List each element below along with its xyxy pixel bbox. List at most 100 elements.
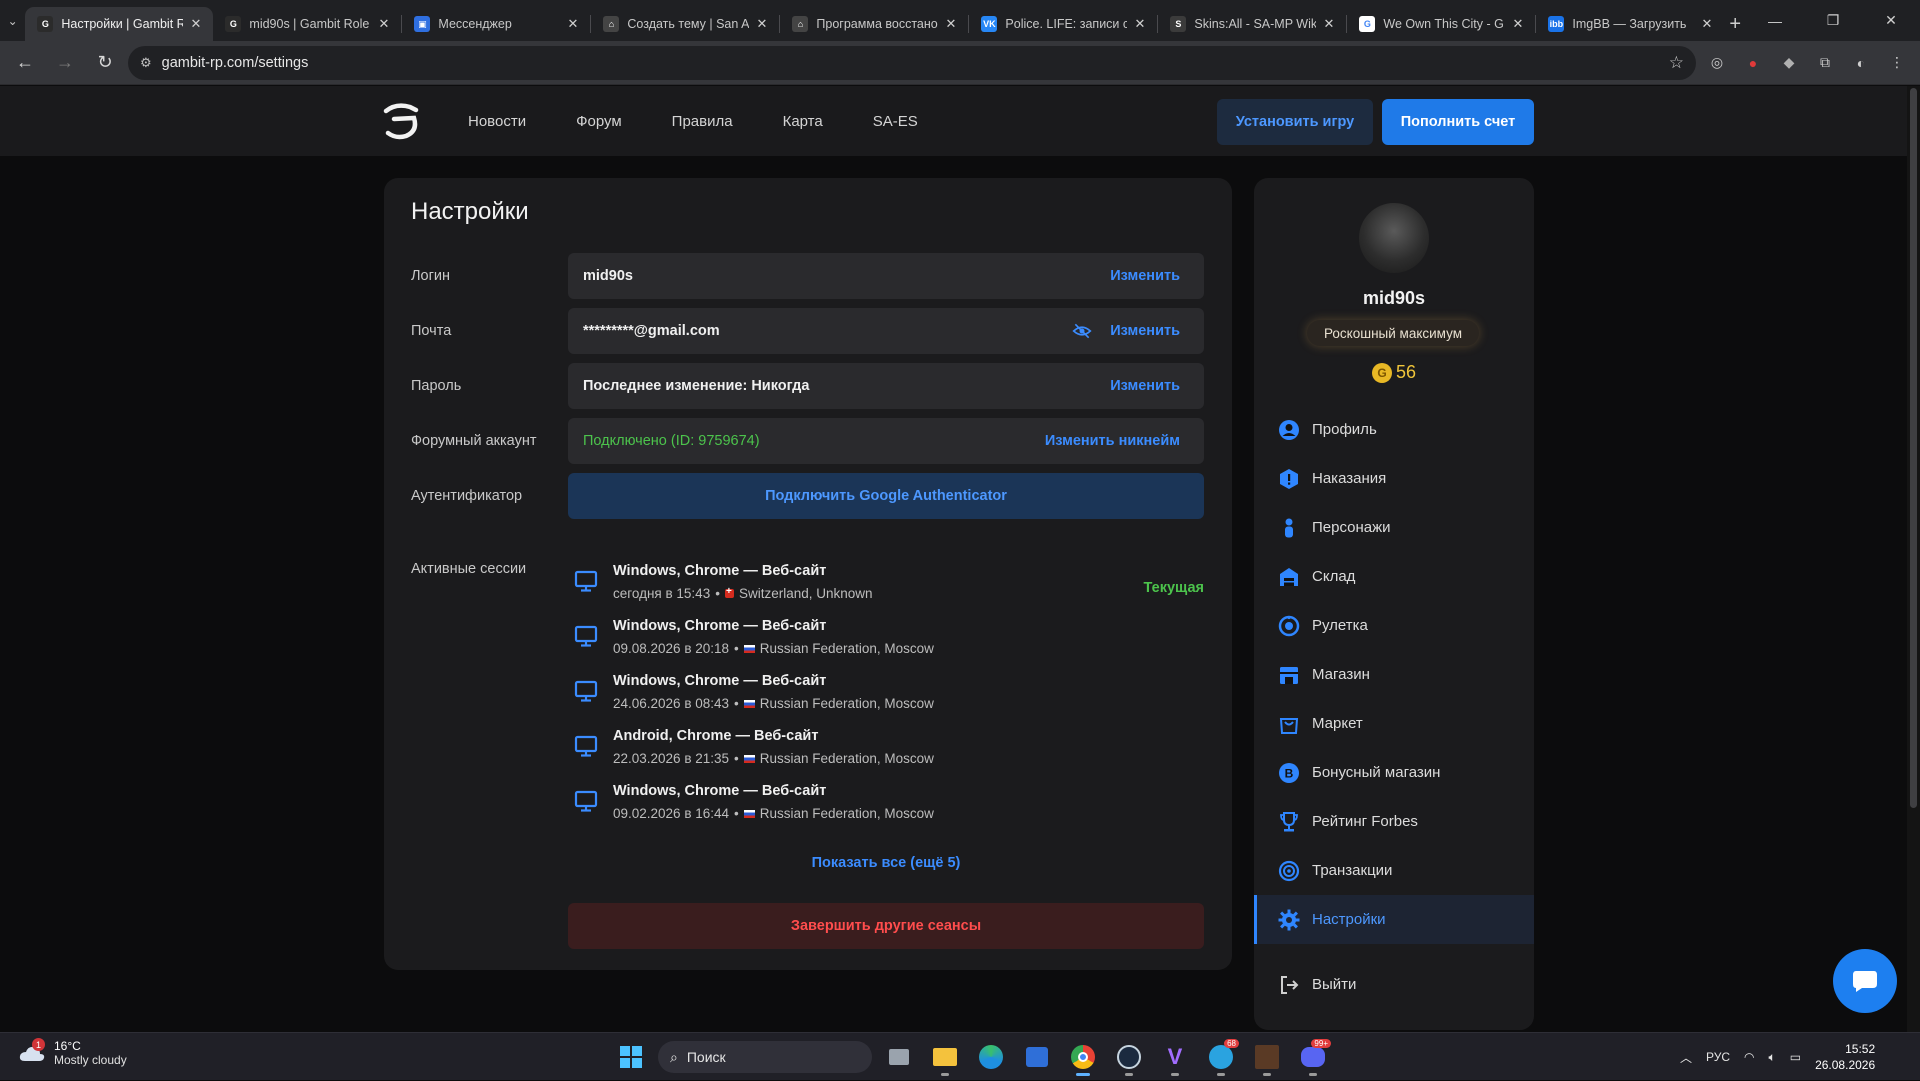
change-login-link[interactable]: Изменить — [1110, 268, 1180, 284]
task-view-icon[interactable] — [880, 1038, 918, 1076]
menu-item-label: Маркет — [1312, 715, 1363, 732]
game-icon[interactable] — [1248, 1038, 1286, 1076]
tab-close-icon[interactable]: ✕ — [946, 16, 957, 32]
connect-authenticator-label: Подключить Google Authenticator — [765, 488, 1007, 504]
page-scrollbar-thumb[interactable] — [1910, 88, 1917, 808]
discord-icon[interactable]: 99+ — [1294, 1038, 1332, 1076]
session-title: Windows, Chrome — Веб-сайт — [613, 618, 827, 634]
browser-tab[interactable]: ibb ImgBB — Загрузить ✕ — [1536, 7, 1724, 41]
extensions-puzzle-icon[interactable]: ⧉ — [1810, 48, 1840, 78]
menu-item-bonus[interactable]: B Бонусный магазин — [1254, 748, 1534, 797]
browser-tab[interactable]: G Настройки | Gambit R ✕ — [25, 7, 214, 41]
back-icon[interactable]: ← — [8, 46, 42, 80]
change-email-link[interactable]: Изменить — [1110, 323, 1180, 339]
new-tab-button[interactable]: + — [1724, 7, 1746, 41]
nav-rules[interactable]: Правила — [672, 113, 733, 130]
nav-map[interactable]: Карта — [783, 113, 823, 130]
tab-search-button[interactable]: ⌄ — [0, 0, 25, 41]
store-icon[interactable] — [1018, 1038, 1056, 1076]
clock[interactable]: 15:52 26.08.2026 — [1815, 1041, 1875, 1073]
bookmark-star-icon[interactable]: ☆ — [1669, 53, 1684, 73]
volume-icon[interactable]: 🔈︎ — [1769, 1050, 1776, 1065]
tab-favicon-icon: ibb — [1548, 16, 1565, 32]
session-location: Russian Federation, Moscow — [759, 696, 934, 711]
language-indicator[interactable]: РУС — [1706, 1050, 1730, 1064]
topup-button[interactable]: Пополнить счет — [1382, 99, 1534, 145]
eye-hidden-icon[interactable] — [1072, 321, 1092, 341]
menu-item-transactions[interactable]: Транзакции — [1254, 846, 1534, 895]
connect-authenticator-button[interactable]: Подключить Google Authenticator — [568, 473, 1204, 519]
weather-widget[interactable]: 1 16°C Mostly cloudy — [18, 1038, 127, 1067]
browser-tab[interactable]: ⌂ Программа восстано ✕ — [780, 7, 968, 41]
avatar[interactable] — [1359, 203, 1429, 273]
logout-icon — [1281, 975, 1299, 994]
restore-icon[interactable]: ❐ — [1804, 0, 1862, 41]
end-other-sessions-button[interactable]: Завершить другие сеансы — [568, 903, 1204, 949]
minimize-icon[interactable]: — — [1746, 0, 1804, 41]
tab-close-icon[interactable]: ✕ — [1702, 16, 1713, 32]
extension-red-icon[interactable]: ● — [1738, 48, 1768, 78]
taskbar-search-input[interactable]: ⌕ Поиск — [658, 1041, 872, 1073]
browser-tab[interactable]: Gmid90s | Gambit Role ✕ — [213, 7, 401, 41]
steam-icon[interactable] — [1110, 1038, 1148, 1076]
tab-close-icon[interactable]: ✕ — [191, 16, 202, 32]
browser-tab[interactable]: VK Police. LIFE: записи с ✕ — [969, 7, 1157, 41]
forward-icon[interactable]: → — [48, 46, 82, 80]
browser-tab[interactable]: ▣ Мессенджер ✕ — [402, 7, 590, 41]
telegram-icon[interactable]: 68 — [1202, 1038, 1240, 1076]
chrome-icon[interactable] — [1064, 1038, 1102, 1076]
coin-balance: G 56 — [1254, 362, 1534, 383]
wifi-icon[interactable]: ◠ — [1744, 1050, 1754, 1064]
vortex-icon[interactable]: V — [1156, 1038, 1194, 1076]
change-nickname-link[interactable]: Изменить никнейм — [1045, 433, 1180, 449]
gambit-logo[interactable] — [380, 101, 422, 141]
windows-start-icon[interactable] — [612, 1038, 650, 1076]
tab-close-icon[interactable]: ✕ — [568, 16, 579, 32]
browser-tab[interactable]: ⌂ Создать тему | San A ✕ — [591, 7, 779, 41]
tab-close-icon[interactable]: ✕ — [757, 16, 768, 32]
tab-close-icon[interactable]: ✕ — [1135, 16, 1146, 32]
extension-globe-icon[interactable]: ◎ — [1702, 48, 1732, 78]
browser-tab-bar: ⌄ G Настройки | Gambit R ✕ Gmid90s | Gambit… — [0, 0, 1920, 41]
menu-item-warehouse[interactable]: Склад — [1254, 552, 1534, 601]
menu-item-roulette[interactable]: Рулетка — [1254, 601, 1534, 650]
menu-item-warning[interactable]: Наказания — [1254, 454, 1534, 503]
logout-button[interactable]: Выйти — [1254, 960, 1534, 1009]
tab-close-icon[interactable]: ✕ — [1324, 16, 1335, 32]
show-all-sessions-link[interactable]: Показать все (ещё 5) — [568, 855, 1204, 871]
weather-desc: Mostly cloudy — [54, 1053, 127, 1067]
menu-item-person[interactable]: Персонажи — [1254, 503, 1534, 552]
menu-item-trophy[interactable]: Рейтинг Forbes — [1254, 797, 1534, 846]
reload-icon[interactable]: ↻ — [88, 46, 122, 80]
change-password-link[interactable]: Изменить — [1110, 378, 1180, 394]
coin-icon: G — [1371, 362, 1392, 383]
file-explorer-icon[interactable] — [926, 1038, 964, 1076]
install-game-button[interactable]: Установить игру — [1217, 99, 1373, 145]
browser-menu-icon[interactable]: ⋮ — [1882, 48, 1912, 78]
edge-icon[interactable] — [972, 1038, 1010, 1076]
url-input[interactable]: ⚙ gambit-rp.com/settings ☆ — [128, 45, 1696, 80]
session-meta: 09.08.2026 в 20:18 • Russian Federation, M… — [613, 641, 934, 656]
close-window-icon[interactable]: ✕ — [1862, 0, 1920, 41]
browser-tab[interactable]: G We Own This City - G ✕ — [1347, 7, 1535, 41]
warning-icon — [1280, 468, 1298, 489]
tray-overflow-icon[interactable]: ︿ — [1680, 1049, 1692, 1066]
menu-item-gear[interactable]: Настройки — [1254, 895, 1534, 944]
profile-icon[interactable]: ◐ — [1846, 48, 1876, 78]
session-title: Windows, Chrome — Веб-сайт — [613, 783, 827, 799]
tab-close-icon[interactable]: ✕ — [1513, 16, 1524, 32]
browser-tab[interactable]: S Skins:All - SA-MP Wik ✕ — [1158, 7, 1346, 41]
nav-news[interactable]: Новости — [468, 113, 526, 130]
support-chat-button[interactable] — [1833, 949, 1897, 1013]
clock-date: 26.08.2026 — [1815, 1058, 1876, 1072]
site-info-icon[interactable]: ⚙ — [140, 55, 152, 71]
menu-item-user[interactable]: Профиль — [1254, 405, 1534, 454]
nav-sa-es[interactable]: SA-ES — [873, 113, 918, 130]
tab-close-icon[interactable]: ✕ — [379, 16, 390, 32]
extension-cube-icon[interactable]: ◆ — [1774, 48, 1804, 78]
session-meta: 24.06.2026 в 08:43 • Russian Federation, M… — [613, 696, 934, 711]
nav-forum[interactable]: Форум — [576, 113, 622, 130]
menu-item-bag[interactable]: Маркет — [1254, 699, 1534, 748]
menu-item-store[interactable]: Магазин — [1254, 650, 1534, 699]
battery-icon[interactable]: ▭ — [1790, 1050, 1801, 1064]
